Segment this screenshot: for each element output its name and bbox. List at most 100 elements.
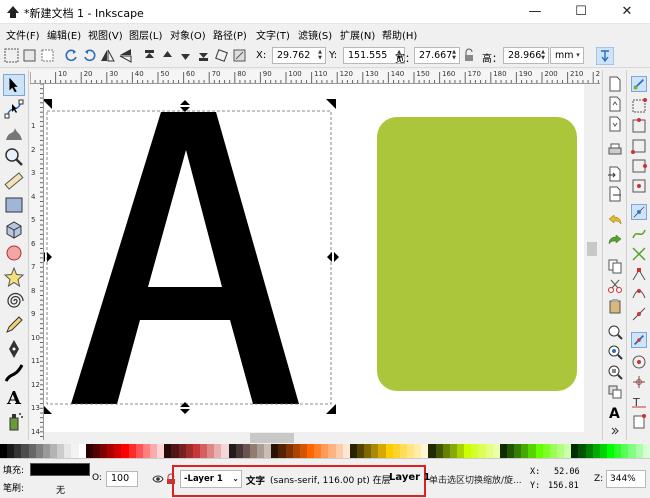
copy-icon[interactable] — [607, 258, 623, 274]
paste-icon[interactable] — [607, 298, 623, 314]
zoom-tool-icon[interactable] — [3, 146, 25, 168]
palette-swatch[interactable] — [264, 444, 272, 458]
ellipse-tool-icon[interactable] — [3, 242, 25, 264]
palette-swatch[interactable] — [42, 444, 50, 458]
palette-swatch[interactable] — [49, 444, 58, 458]
palette-swatch[interactable] — [499, 444, 507, 458]
palette-swatch[interactable] — [192, 444, 200, 458]
palette-swatch[interactable] — [371, 444, 379, 458]
palette-swatch[interactable] — [464, 444, 472, 458]
snap-smooth-nodes-icon[interactable] — [631, 286, 647, 302]
palette-swatch[interactable] — [421, 444, 429, 458]
layer-lock-icon[interactable] — [166, 473, 176, 485]
flip-vertical-icon[interactable] — [118, 48, 133, 63]
save-icon[interactable] — [607, 116, 623, 132]
spray-tool-icon[interactable] — [3, 410, 25, 432]
redo-icon[interactable] — [607, 232, 623, 248]
menu-view[interactable]: 视图(V) — [88, 27, 123, 42]
zoom-selection-icon[interactable] — [607, 324, 623, 340]
palette-swatch[interactable] — [521, 444, 529, 458]
snap-path-intersections-icon[interactable] — [631, 246, 647, 262]
snap-midpoints-icon[interactable] — [631, 306, 647, 322]
snap-rotation-center-icon[interactable] — [631, 374, 647, 390]
palette-swatch[interactable] — [314, 444, 322, 458]
x-field[interactable]: 29.762 ▲ ▼ — [272, 47, 326, 64]
color-palette[interactable] — [0, 444, 650, 458]
palette-swatch[interactable] — [107, 444, 115, 458]
text-font-icon[interactable]: A — [607, 404, 623, 420]
menu-layer[interactable]: 图层(L) — [129, 27, 162, 42]
palette-swatch[interactable] — [157, 444, 165, 458]
width-field[interactable]: 27.667 ▲ ▼ — [414, 47, 460, 64]
zoom-field[interactable]: 344% — [606, 470, 646, 488]
green-rounded-rectangle[interactable] — [377, 117, 577, 391]
rotate-cw-icon[interactable] — [82, 48, 97, 63]
palette-swatch[interactable] — [207, 444, 215, 458]
palette-swatch[interactable] — [214, 444, 222, 458]
snap-others-icon[interactable] — [631, 332, 647, 348]
palette-swatch[interactable] — [585, 444, 593, 458]
palette-swatch[interactable] — [28, 444, 36, 458]
fill-swatch[interactable] — [30, 463, 90, 476]
palette-swatch[interactable] — [514, 444, 522, 458]
palette-swatch[interactable] — [328, 444, 336, 458]
object-rotate-icon[interactable] — [214, 48, 229, 63]
palette-swatch[interactable] — [171, 444, 179, 458]
tweak-tool-icon[interactable] — [3, 122, 25, 144]
palette-swatch[interactable] — [414, 444, 422, 458]
palette-swatch[interactable] — [471, 444, 479, 458]
palette-swatch[interactable] — [599, 444, 607, 458]
palette-swatch[interactable] — [199, 444, 208, 458]
pencil-tool-icon[interactable] — [3, 314, 25, 336]
palette-swatch[interactable] — [135, 444, 143, 458]
menu-object[interactable]: 对象(O) — [170, 27, 206, 42]
palette-swatch[interactable] — [578, 444, 586, 458]
layer-dropdown-arrow-icon[interactable]: ⌄ — [232, 471, 239, 487]
palette-swatch[interactable] — [435, 444, 443, 458]
export-icon[interactable] — [607, 186, 623, 202]
palette-swatch[interactable] — [21, 444, 29, 458]
vertical-scrollbar[interactable] — [584, 84, 600, 440]
3d-box-tool-icon[interactable] — [3, 218, 25, 240]
snap-object-centers-icon[interactable] — [631, 354, 647, 370]
menu-text[interactable]: 文字(T) — [256, 27, 290, 42]
palette-swatch[interactable] — [492, 444, 500, 458]
lower-icon[interactable] — [178, 48, 193, 63]
horizontal-scroll-thumb[interactable] — [250, 433, 294, 443]
palette-swatch[interactable] — [364, 444, 372, 458]
palette-swatch[interactable] — [271, 444, 279, 458]
menu-filters[interactable]: 滤镜(S) — [298, 27, 332, 42]
menu-path[interactable]: 路径(P) — [213, 27, 247, 42]
palette-swatch[interactable] — [7, 444, 15, 458]
snap-cusp-nodes-icon[interactable] — [631, 266, 647, 282]
lock-ratio-icon[interactable] — [463, 48, 475, 63]
raise-to-top-icon[interactable] — [142, 48, 157, 63]
print-icon[interactable] — [607, 142, 623, 158]
select-all-layers-icon[interactable] — [22, 48, 37, 63]
palette-swatch[interactable] — [592, 444, 600, 458]
palette-swatch[interactable] — [442, 444, 450, 458]
palette-swatch[interactable] — [528, 444, 536, 458]
palette-swatch[interactable] — [64, 444, 72, 458]
palette-swatch[interactable] — [0, 444, 8, 458]
selector-tool-icon[interactable] — [3, 74, 25, 96]
layer-visibility-eye-icon[interactable] — [152, 473, 164, 485]
palette-swatch[interactable] — [307, 444, 315, 458]
palette-swatch[interactable] — [342, 444, 350, 458]
menu-file[interactable]: 文件(F) — [6, 27, 40, 42]
rotate-ccw-icon[interactable] — [64, 48, 79, 63]
current-layer-dropdown[interactable]: -Layer 1 ⌄ — [180, 470, 242, 488]
minimize-button[interactable]: — — [512, 0, 558, 24]
drawing-canvas[interactable] — [44, 84, 600, 440]
palette-swatch[interactable] — [542, 444, 550, 458]
palette-swatch[interactable] — [278, 444, 286, 458]
close-button[interactable]: ✕ — [604, 0, 650, 24]
palette-swatch[interactable] — [621, 444, 629, 458]
measure-tool-icon[interactable] — [3, 170, 25, 192]
new-document-icon[interactable] — [607, 76, 623, 92]
calligraphy-tool-icon[interactable] — [3, 362, 25, 384]
palette-swatch[interactable] — [292, 444, 300, 458]
palette-swatch[interactable] — [392, 444, 400, 458]
palette-swatch[interactable] — [628, 444, 636, 458]
flip-horizontal-icon[interactable] — [100, 48, 115, 63]
